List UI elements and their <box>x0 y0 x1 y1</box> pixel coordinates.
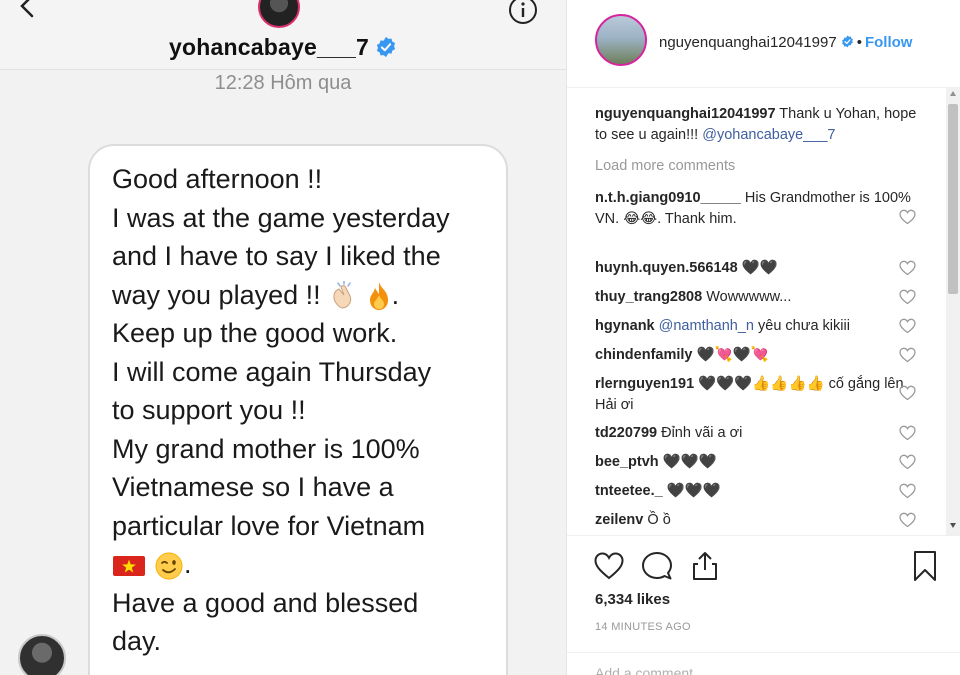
verified-icon <box>376 36 396 58</box>
back-arrow-icon[interactable] <box>12 0 42 24</box>
like-comment-heart-icon[interactable] <box>899 347 916 363</box>
comment-row: hgynank @namthanh_n yêu chưa kikiii <box>595 316 925 337</box>
caption-mention[interactable]: @yohancabaye___7 <box>702 127 835 143</box>
message-timestamp: 12:28 Hôm qua <box>214 72 352 94</box>
dm-username-text: yohancabaye___7 <box>169 34 369 60</box>
vietnam-flag-emoji <box>113 555 145 576</box>
message-line-with-emoji: . <box>112 545 484 584</box>
comment-row: bee_ptvh 🖤🖤🖤 <box>595 452 925 473</box>
comment-text: Wowwwww... <box>702 289 792 305</box>
comment-bubble-icon[interactable] <box>641 550 673 582</box>
like-heart-icon[interactable] <box>593 550 625 582</box>
like-comment-heart-icon[interactable] <box>899 425 916 441</box>
post-header: nguyenquanghai12041997 • Follow <box>567 0 960 88</box>
post-author: nguyenquanghai12041997 • Follow <box>659 34 912 51</box>
message-line: particular love for Vietnam <box>112 510 426 541</box>
message-line: to support you !! <box>112 395 306 425</box>
comment-body: n.t.h.giang0910_____ His Grandmother is … <box>595 190 911 227</box>
message-line: Vietnamese so I have a <box>112 472 394 502</box>
sender-avatar[interactable] <box>18 634 66 675</box>
message-line: way you played !! <box>112 279 329 310</box>
load-more-comments-link[interactable]: Load more comments <box>595 158 735 174</box>
separator-dot: • <box>856 34 862 51</box>
comment-username[interactable]: hgynank <box>595 318 655 334</box>
message-line: I was at the game yesterday <box>112 202 450 233</box>
message-line: . <box>184 549 192 579</box>
comment-username[interactable]: n.t.h.giang0910_____ <box>595 190 741 206</box>
comment-text: Đỉnh vãi a ơi <box>657 425 743 441</box>
message-line: . <box>391 279 400 310</box>
comments-scrollbar-thumb[interactable] <box>948 104 958 294</box>
comment-row: td220799 Đỉnh vãi a ơi <box>595 423 925 444</box>
save-bookmark-icon[interactable] <box>909 550 941 582</box>
comment-username[interactable]: zeilenv <box>595 512 643 528</box>
dm-header-avatar[interactable] <box>258 0 300 28</box>
add-comment-placeholder: Add a comment... <box>595 665 705 675</box>
comment-username[interactable]: tnteetee._ <box>595 483 663 499</box>
share-icon[interactable] <box>689 550 721 582</box>
comment-text: 🖤🖤🖤 <box>658 454 717 470</box>
comment-username[interactable]: huynh.quyen.566148 <box>595 260 738 276</box>
comment-row: huynh.quyen.566148 🖤🖤 <box>595 258 925 279</box>
caption-username[interactable]: nguyenquanghai12041997 <box>595 106 776 122</box>
comment-row: chindenfamily 🖤💘🖤💘 <box>595 345 925 366</box>
comment-body: rlernguyen191 🖤🖤🖤👍👍👍👍 cố gắng lên Hải ơi <box>595 376 904 413</box>
post-actions-bar <box>567 535 960 595</box>
comment-text: 🖤💘🖤💘 <box>692 347 769 363</box>
message-line: Have a good and blessed <box>112 587 419 618</box>
comment-username[interactable]: bee_ptvh <box>595 454 659 470</box>
comment-username[interactable]: rlernguyen191 <box>595 376 694 392</box>
message-line: day. <box>112 626 162 656</box>
post-author-username[interactable]: nguyenquanghai12041997 <box>659 34 837 51</box>
post-author-avatar[interactable] <box>595 14 647 66</box>
comment-body: hgynank @namthanh_n yêu chưa kikiii <box>595 318 850 334</box>
comment-mention[interactable]: @namthanh_n <box>655 318 754 334</box>
comment-text: yêu chưa kikiii <box>754 318 850 334</box>
like-comment-heart-icon[interactable] <box>899 289 916 305</box>
message-line: and I have to say I liked the <box>112 241 441 271</box>
comment-text: Ồ ồ <box>643 512 671 528</box>
like-comment-heart-icon[interactable] <box>899 512 916 528</box>
comment-row: tnteetee._ 🖤🖤🖤 <box>595 481 925 502</box>
comment-row: n.t.h.giang0910_____ His Grandmother is … <box>595 188 925 230</box>
scroll-down-arrow-icon[interactable] <box>950 523 956 528</box>
instagram-post-panel: nguyenquanghai12041997 • Follow nguyenqua… <box>566 0 960 675</box>
comment-row: rlernguyen191 🖤🖤🖤👍👍👍👍 cố gắng lên Hải ơi <box>595 374 925 416</box>
info-icon[interactable] <box>506 0 540 30</box>
like-comment-heart-icon[interactable] <box>899 318 916 334</box>
post-time-ago: 14 MINUTES AGO <box>595 621 691 633</box>
dm-header: yohancabaye___7 <box>0 0 566 70</box>
clap-emoji <box>333 281 352 309</box>
message-line: Keep up the good work. <box>112 318 398 348</box>
comment-text: 🖤🖤🖤 <box>662 483 721 499</box>
comment-username[interactable]: td220799 <box>595 425 657 441</box>
scroll-up-arrow-icon[interactable] <box>950 91 956 96</box>
like-comment-heart-icon[interactable] <box>899 209 916 225</box>
message-line-with-emoji: way you played !! . <box>112 276 484 315</box>
comment-row: zeilenv Ồ ồ <box>595 510 925 531</box>
direct-message-screenshot: yohancabaye___7 12:28 Hôm qua Good after… <box>0 0 566 675</box>
comment-username[interactable]: chindenfamily <box>595 347 693 363</box>
likes-count[interactable]: 6,334 likes <box>595 591 670 608</box>
post-caption: nguyenquanghai12041997 Thank u Yohan, ho… <box>595 104 925 146</box>
like-comment-heart-icon[interactable] <box>899 454 916 470</box>
wink-emoji <box>155 552 183 580</box>
message-line: My grand mother is 100% <box>112 433 420 464</box>
comment-text: 🖤🖤 <box>737 260 778 276</box>
follow-button[interactable]: Follow <box>865 34 913 51</box>
message-bubble[interactable]: Good afternoon !! I was at the game yest… <box>88 144 508 675</box>
message-line: Good afternoon !! <box>112 164 323 194</box>
fire-emoji <box>369 282 388 311</box>
comment-row: thuy_trang2808 Wowwwww... <box>595 287 925 308</box>
add-comment-field[interactable]: Add a comment... <box>567 652 960 675</box>
comments-list: nguyenquanghai12041997 Thank u Yohan, ho… <box>567 88 947 535</box>
message-line: I will come again Thursday <box>112 356 432 387</box>
comment-username[interactable]: thuy_trang2808 <box>595 289 702 305</box>
like-comment-heart-icon[interactable] <box>899 483 916 499</box>
like-comment-heart-icon[interactable] <box>899 385 916 401</box>
like-comment-heart-icon[interactable] <box>899 260 916 276</box>
verified-icon <box>841 35 853 48</box>
dm-username[interactable]: yohancabaye___7 <box>0 34 566 61</box>
